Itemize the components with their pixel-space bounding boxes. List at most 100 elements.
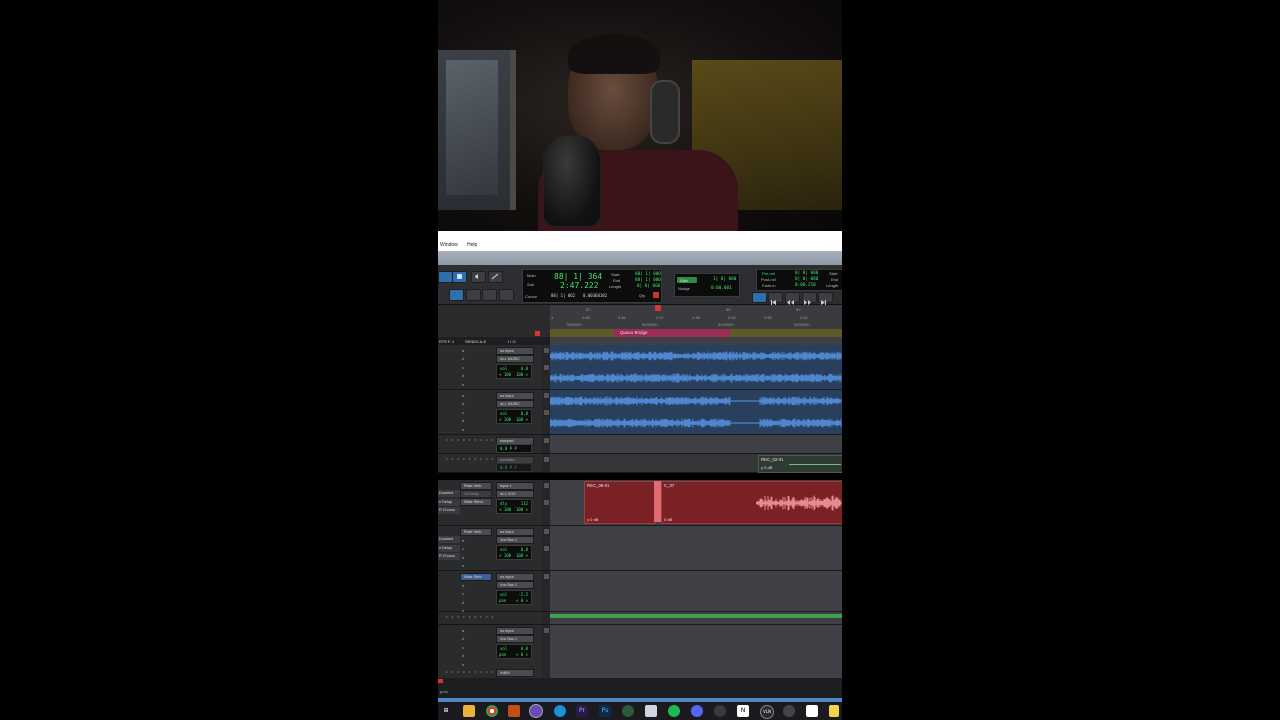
start-value[interactable]: 88| 1| 000 xyxy=(635,272,661,277)
end-value[interactable]: 88| 1| 000 xyxy=(635,278,661,283)
input-selector[interactable]: no input xyxy=(496,528,534,536)
track-wide[interactable]: Wide Strid bcde no input Vox Bus 1 vol -… xyxy=(438,571,542,613)
task-view-icon[interactable]: ⊞ xyxy=(440,705,452,717)
track-option-button[interactable] xyxy=(543,545,550,552)
volume-display[interactable]: 0.0 P F xyxy=(496,463,532,472)
app-icon[interactable] xyxy=(622,705,634,717)
track-last-lane[interactable] xyxy=(550,625,842,679)
insert-slot[interactable]: Wide Stmd xyxy=(460,498,492,506)
track-option-button[interactable] xyxy=(543,627,550,634)
insert-label[interactable]: R Chorus xyxy=(438,507,460,514)
file-explorer-icon[interactable] xyxy=(463,705,475,717)
grid-value[interactable]: 1| 0| 000 xyxy=(713,277,736,282)
track-vocal-main-lane[interactable]: REC_06-01 γ 0 dB C_07 0 dB xyxy=(550,480,842,526)
track-option-button[interactable] xyxy=(543,499,550,506)
insert-label[interactable]: n Delay xyxy=(438,545,460,552)
track-vocal-bus-lane[interactable] xyxy=(550,526,842,571)
menu-help[interactable]: Help xyxy=(467,242,477,248)
vlan-icon[interactable]: VLN xyxy=(760,705,774,719)
input-selector[interactable]: no input xyxy=(496,627,534,635)
selector-tool-button[interactable] xyxy=(482,289,497,301)
nudge-value[interactable]: 0:00.001 xyxy=(711,286,732,291)
photoshop-icon[interactable]: Ps xyxy=(599,705,611,717)
smart-tool-button[interactable] xyxy=(449,289,464,301)
trim-tool-button[interactable] xyxy=(452,271,467,283)
input-selector[interactable]: Input 1 xyxy=(496,482,534,490)
rewind-button[interactable] xyxy=(785,292,800,305)
pencil-tool-button[interactable] xyxy=(488,271,503,283)
track-option-button[interactable] xyxy=(543,573,550,580)
loop-button[interactable] xyxy=(752,292,767,303)
app-icon[interactable] xyxy=(554,705,566,717)
volume-pan-display[interactable]: dly 112 < 100 100 > xyxy=(496,499,532,514)
track-wide-lane[interactable] xyxy=(550,571,842,612)
insert-label[interactable]: Doubled xyxy=(438,490,460,497)
track-option-button[interactable] xyxy=(543,482,550,489)
track-music-1-lane[interactable] xyxy=(550,345,842,390)
premiere-icon[interactable]: Pr xyxy=(576,705,588,717)
insert-label[interactable]: Doubled xyxy=(438,536,460,543)
output-selector[interactable]: ALL MUSIC xyxy=(496,355,534,363)
scrub-tool-button[interactable] xyxy=(499,289,514,301)
track-aux-2[interactable]: • • • • • • • • • nrenalee 0.0 P F xyxy=(438,454,542,473)
track-option-button[interactable] xyxy=(543,347,550,354)
playhead-flag[interactable] xyxy=(655,305,661,311)
track-vocal-main[interactable]: Doubled n Delay R Chorus Plate Verb 1s D… xyxy=(438,480,542,526)
track-music-2-lane[interactable] xyxy=(550,390,842,435)
track-option-button[interactable] xyxy=(543,456,550,463)
chrome-icon[interactable] xyxy=(486,705,498,717)
output-selector[interactable]: Vox Bus 1 xyxy=(496,635,534,643)
menu-window[interactable]: Window xyxy=(440,242,458,248)
notion-icon[interactable]: N xyxy=(737,705,749,717)
fast-forward-button[interactable] xyxy=(802,292,817,305)
volume-pan-display[interactable]: vol 0.0 < 100 100 > xyxy=(496,409,532,424)
preroll-value[interactable]: 0| 0| 000 xyxy=(795,271,818,276)
track-option-button[interactable] xyxy=(543,364,550,371)
record-indicator[interactable] xyxy=(653,292,659,298)
insert-label[interactable]: R Chorus xyxy=(438,553,460,560)
volume-display[interactable]: 0.0 P P xyxy=(496,444,532,453)
region-c07[interactable]: C_07 0 dB xyxy=(661,481,842,524)
region-rec-06[interactable]: REC_06-01 γ 0 dB xyxy=(584,481,656,524)
sticky-notes-icon[interactable] xyxy=(829,705,839,717)
insert-slot[interactable]: Plate Verb xyxy=(460,528,492,536)
spotify-icon[interactable] xyxy=(668,705,680,717)
main-counter-value[interactable]: 88| 1| 364 xyxy=(554,272,602,281)
app-icon[interactable] xyxy=(508,705,520,717)
region-rec-02[interactable]: REC_02-01 γ 0 dB xyxy=(758,455,842,473)
speaker-tool-button[interactable] xyxy=(471,271,486,283)
app-icon[interactable] xyxy=(806,705,818,717)
output-selector[interactable]: ALL VOX xyxy=(496,490,534,498)
grid-button[interactable]: Grid xyxy=(677,277,697,283)
output-selector[interactable]: Vox Bus 1 xyxy=(496,536,534,544)
track-music-1[interactable]: abcde no input ALL MUSIC vol 0.0 < 100 1… xyxy=(438,345,542,390)
insert-slot[interactable]: Plate Verb xyxy=(460,482,492,490)
input-selector[interactable]: no input xyxy=(496,392,534,400)
output-selector[interactable]: Vox Bus 1 xyxy=(496,581,534,589)
track-option-button[interactable] xyxy=(543,409,550,416)
record-marker-icon[interactable] xyxy=(535,331,540,336)
insert-label[interactable]: n Delay xyxy=(438,499,460,506)
insert-slot[interactable]: Wide Strid xyxy=(460,573,492,581)
return-to-zero-button[interactable] xyxy=(768,292,783,305)
marker-quavo-bridge[interactable]: Quavo Bridge xyxy=(614,329,730,337)
track-vocal-bus[interactable]: Doubled n Delay R Chorus Plate Verb bcde… xyxy=(438,526,542,571)
go-to-end-button[interactable] xyxy=(818,292,833,305)
sub-counter-value[interactable]: 2:47.222 xyxy=(560,281,599,290)
app-icon[interactable] xyxy=(783,705,795,717)
output-selector[interactable]: ALL MUSIC xyxy=(496,400,534,408)
calculator-icon[interactable] xyxy=(645,705,657,717)
track-option-button[interactable] xyxy=(543,392,550,399)
track-aux-1-lane[interactable] xyxy=(550,435,842,454)
length-value[interactable]: 0| 0| 000 xyxy=(637,284,660,289)
insert-slot[interactable]: 1s Delay xyxy=(460,490,492,498)
volume-pan-display[interactable]: vol -2.5 pan < 0 > xyxy=(496,590,532,605)
track-last[interactable]: abcde no input Vox Bus 1 vol 0.0 pan < 0… xyxy=(438,625,542,679)
track-aux-1[interactable]: • • • • • • • • • nompsd 0.0 P P xyxy=(438,435,542,454)
zoomer-tool-button[interactable] xyxy=(438,271,453,283)
app-icon[interactable] xyxy=(714,705,726,717)
grab-tool-button[interactable] xyxy=(466,289,481,301)
track-music-2[interactable]: abcde no input ALL MUSIC vol 0.0 < 100 1… xyxy=(438,390,542,435)
postroll-value[interactable]: 0| 0| 000 xyxy=(795,277,818,282)
input-selector[interactable]: no input xyxy=(496,573,534,581)
